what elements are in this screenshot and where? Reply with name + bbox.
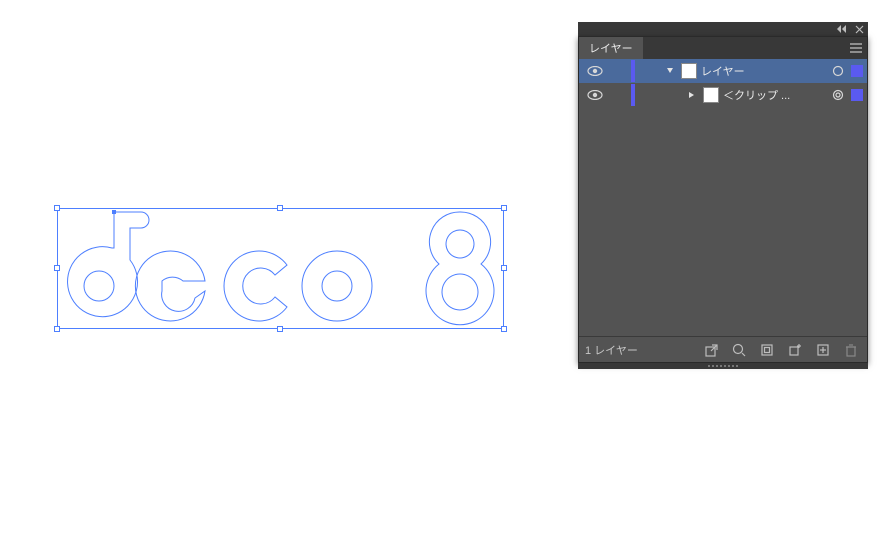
visibility-toggle[interactable]	[581, 66, 609, 76]
layer-row[interactable]: レイヤー	[579, 59, 867, 83]
bbox-handle[interactable]	[501, 205, 507, 211]
footer-label: 1 レイヤー	[585, 342, 638, 358]
panel-tabbar: レイヤー	[579, 37, 867, 59]
close-panel-icon[interactable]	[855, 25, 864, 34]
target-icon[interactable]	[831, 65, 845, 77]
clipping-mask-icon[interactable]	[757, 343, 777, 357]
layer-color-chip	[631, 84, 635, 106]
layers-panel: レイヤー レイヤー	[578, 36, 868, 363]
layer-row[interactable]: ＜クリップ ...	[579, 83, 867, 107]
new-layer-icon[interactable]	[813, 343, 833, 357]
panel-menu-button[interactable]	[845, 37, 867, 59]
layer-name[interactable]: レイヤー	[701, 63, 827, 79]
bbox-handle[interactable]	[54, 265, 60, 271]
disclosure-toggle[interactable]	[663, 67, 677, 75]
layer-thumbnail[interactable]	[681, 63, 697, 79]
bbox-handle[interactable]	[54, 326, 60, 332]
export-icon[interactable]	[701, 343, 721, 357]
new-sublayer-icon[interactable]	[785, 343, 805, 357]
panel-topbar	[578, 22, 868, 36]
layer-color-chip	[631, 60, 635, 82]
bbox-handle[interactable]	[54, 205, 60, 211]
layers-panel-window: レイヤー レイヤー	[578, 22, 868, 369]
layer-list[interactable]: レイヤー ＜クリップ ...	[579, 59, 867, 336]
delete-layer-icon[interactable]	[841, 343, 861, 357]
collapse-panel-icon[interactable]	[837, 25, 849, 33]
tab-layers[interactable]: レイヤー	[579, 37, 643, 59]
layer-name[interactable]: ＜クリップ ...	[723, 87, 827, 103]
visibility-toggle[interactable]	[581, 90, 609, 100]
panel-footer: 1 レイヤー	[579, 336, 867, 362]
bbox-handle[interactable]	[277, 205, 283, 211]
layer-thumbnail[interactable]	[703, 87, 719, 103]
selection-indicator[interactable]	[851, 65, 863, 77]
target-icon[interactable]	[831, 89, 845, 101]
selection-indicator[interactable]	[851, 89, 863, 101]
tab-label: レイヤー	[589, 40, 633, 56]
panel-resize-grip[interactable]	[578, 363, 868, 369]
locate-object-icon[interactable]	[729, 343, 749, 357]
bbox-handle[interactable]	[501, 265, 507, 271]
artwork-outline	[57, 208, 504, 329]
bbox-handle[interactable]	[501, 326, 507, 332]
bbox-handle[interactable]	[277, 326, 283, 332]
canvas-selection[interactable]	[57, 208, 504, 332]
disclosure-toggle[interactable]	[685, 91, 699, 99]
